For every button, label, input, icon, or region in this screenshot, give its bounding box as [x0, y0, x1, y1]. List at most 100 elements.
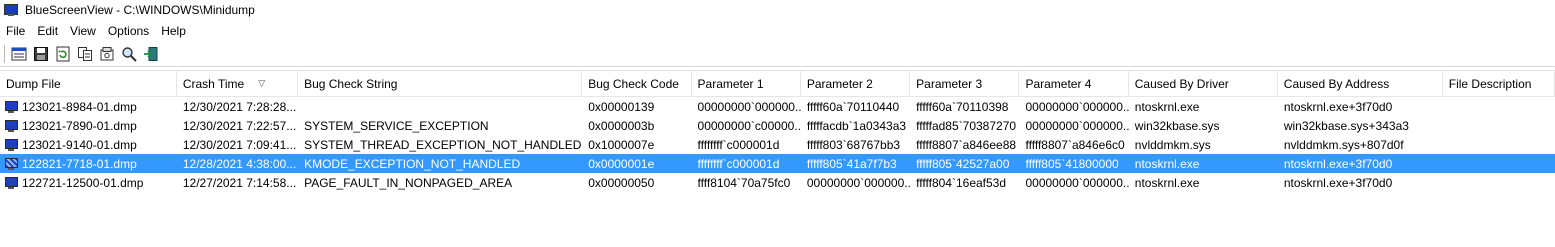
cell-parameter-1: 00000000`c00000...	[692, 119, 801, 133]
cell-text: 00000000`000000...	[1025, 175, 1129, 190]
refresh-button[interactable]	[53, 44, 73, 64]
cell-bug-check-code: 0x0000003b	[582, 119, 691, 133]
cell-bug-check-code: 0x0000001e	[582, 157, 691, 171]
cell-parameter-2: fffff803`68767bb3	[801, 138, 910, 152]
column-header-label: Crash Time	[182, 76, 245, 91]
cell-text: PAGE_FAULT_IN_NONPAGED_AREA	[304, 175, 513, 190]
cell-crash-time: 12/27/2021 7:14:58...	[177, 176, 298, 190]
menu-options[interactable]: Options	[102, 24, 155, 38]
dump-file-icon	[5, 176, 18, 189]
cell-text: 12/30/2021 7:09:41...	[182, 137, 297, 152]
column-header-label: Caused By Address	[1283, 76, 1390, 91]
cell-text: 0x00000050	[588, 175, 655, 190]
properties-sheet-button[interactable]	[97, 44, 117, 64]
cell-text: win32kbase.sys	[1134, 118, 1220, 133]
cell-parameter-4: 00000000`000000...	[1019, 119, 1128, 133]
column-header-label: Dump File	[6, 76, 61, 91]
cell-dump-file: 122721-12500-01.dmp	[0, 176, 177, 190]
menu-edit[interactable]: Edit	[31, 24, 64, 38]
cell-text: 123021-7890-01.dmp	[22, 118, 137, 133]
properties-button[interactable]	[9, 44, 29, 64]
cell-dump-file: 122821-7718-01.dmp	[0, 157, 177, 171]
column-header-bug-check-string[interactable]: Bug Check String	[298, 71, 583, 96]
cell-parameter-3: fffff8807`a846ee88	[910, 138, 1019, 152]
cell-text: ntoskrnl.exe+3f70d0	[1283, 156, 1393, 171]
crash-rows: 123021-8984-01.dmp 12/30/2021 7:28:28... 0…	[0, 97, 1555, 192]
cell-text: win32kbase.sys+343a3	[1283, 118, 1409, 133]
table-row[interactable]: 123021-8984-01.dmp 12/30/2021 7:28:28... 0…	[0, 97, 1555, 116]
menu-file[interactable]: File	[0, 24, 31, 38]
dump-file-icon	[5, 138, 18, 151]
column-header-parameter-3[interactable]: Parameter 3	[910, 71, 1020, 96]
column-header-parameter-4[interactable]: Parameter 4	[1019, 71, 1129, 96]
column-header-file-description[interactable]: File Description	[1443, 71, 1555, 96]
cell-caused-by-driver: ntoskrnl.exe	[1129, 176, 1278, 190]
cell-text: SYSTEM_THREAD_EXCEPTION_NOT_HANDLED	[304, 137, 582, 152]
cell-parameter-1: ffffffff`c000001d	[692, 157, 801, 171]
column-header-caused-by-driver[interactable]: Caused By Driver	[1129, 71, 1278, 96]
column-header-caused-by-address[interactable]: Caused By Address	[1278, 71, 1443, 96]
cell-text: SYSTEM_SERVICE_EXCEPTION	[304, 118, 489, 133]
cell-text: ntoskrnl.exe+3f70d0	[1283, 99, 1393, 114]
cell-text: 00000000`000000...	[1025, 118, 1129, 133]
cell-text: ntoskrnl.exe+3f70d0	[1283, 175, 1393, 190]
sort-descending-icon: ▽	[258, 78, 266, 88]
dump-file-icon	[5, 157, 18, 170]
cell-text: 00000000`000000...	[806, 175, 911, 190]
cell-text: fffffad85`70387270	[916, 118, 1017, 133]
cell-text: fffff804`16eaf53d	[916, 175, 1007, 190]
column-header-label: File Description	[1448, 76, 1532, 91]
table-row[interactable]: 123021-7890-01.dmp 12/30/2021 7:22:57... S…	[0, 116, 1555, 135]
column-header-crash-time[interactable]: Crash Time ▽	[177, 71, 299, 96]
cell-text: 122721-12500-01.dmp	[22, 175, 144, 190]
cell-text: 00000000`000000...	[697, 99, 801, 114]
copy-button[interactable]	[75, 44, 95, 64]
title-bar: BlueScreenView - C:\WINDOWS\Minidump	[0, 0, 1555, 20]
table-row[interactable]: 123021-9140-01.dmp 12/30/2021 7:09:41... S…	[0, 135, 1555, 154]
cell-text: 122821-7718-01.dmp	[22, 156, 137, 171]
cell-text: 12/30/2021 7:22:57...	[182, 118, 297, 133]
column-header-dump-file[interactable]: Dump File	[0, 71, 177, 96]
window-title: BlueScreenView - C:\WINDOWS\Minidump	[25, 3, 255, 17]
menu-bar: File Edit View Options Help	[0, 22, 192, 40]
exit-button[interactable]	[141, 44, 161, 64]
cell-text: ntoskrnl.exe	[1134, 175, 1200, 190]
menu-help[interactable]: Help	[155, 24, 192, 38]
column-header-label: Parameter 2	[806, 76, 873, 91]
cell-parameter-2: fffff805`41a7f7b3	[801, 157, 910, 171]
cell-text: fffff8807`a846ee88	[916, 137, 1017, 152]
column-header-bug-check-code[interactable]: Bug Check Code	[582, 71, 692, 96]
exit-icon	[144, 47, 158, 61]
cell-bug-check-string: PAGE_FAULT_IN_NONPAGED_AREA	[298, 176, 582, 190]
cell-parameter-4: 00000000`000000...	[1019, 176, 1128, 190]
cell-parameter-3: fffff805`42527a00	[910, 157, 1019, 171]
column-header-parameter-1[interactable]: Parameter 1	[692, 71, 801, 96]
table-row[interactable]: 122821-7718-01.dmp 12/28/2021 4:38:00... K…	[0, 154, 1555, 173]
cell-text: 0x1000007e	[588, 137, 655, 152]
cell-parameter-3: fffff804`16eaf53d	[910, 176, 1019, 190]
cell-crash-time: 12/30/2021 7:09:41...	[177, 138, 298, 152]
cell-caused-by-address: win32kbase.sys+343a3	[1278, 119, 1443, 133]
cell-text: ffff8104`70a75fc0	[697, 175, 791, 190]
cell-caused-by-address: ntoskrnl.exe+3f70d0	[1278, 157, 1443, 171]
refresh-icon	[56, 46, 70, 62]
toolbar	[0, 42, 1555, 67]
column-header-label: Bug Check String	[304, 76, 398, 91]
cell-bug-check-string: SYSTEM_SERVICE_EXCEPTION	[298, 119, 582, 133]
cell-bug-check-code: 0x00000050	[582, 176, 691, 190]
cell-text: fffff805`42527a00	[916, 156, 1010, 171]
save-button[interactable]	[31, 44, 51, 64]
menu-view[interactable]: View	[64, 24, 102, 38]
find-button[interactable]	[119, 44, 139, 64]
cell-caused-by-driver: ntoskrnl.exe	[1129, 100, 1278, 114]
column-header-label: Parameter 4	[1025, 76, 1092, 91]
cell-parameter-3: fffffad85`70387270	[910, 119, 1019, 133]
cell-parameter-4: 00000000`000000...	[1019, 100, 1128, 114]
cell-text: 00000000`000000...	[1025, 99, 1129, 114]
cell-text: 12/28/2021 4:38:00...	[182, 156, 297, 171]
column-header-parameter-2[interactable]: Parameter 2	[801, 71, 911, 96]
cell-text: ntoskrnl.exe	[1134, 99, 1200, 114]
cell-text: 123021-9140-01.dmp	[22, 137, 137, 152]
cell-parameter-2: fffffacdb`1a0343a3	[801, 119, 910, 133]
table-row[interactable]: 122721-12500-01.dmp 12/27/2021 7:14:58...…	[0, 173, 1555, 192]
